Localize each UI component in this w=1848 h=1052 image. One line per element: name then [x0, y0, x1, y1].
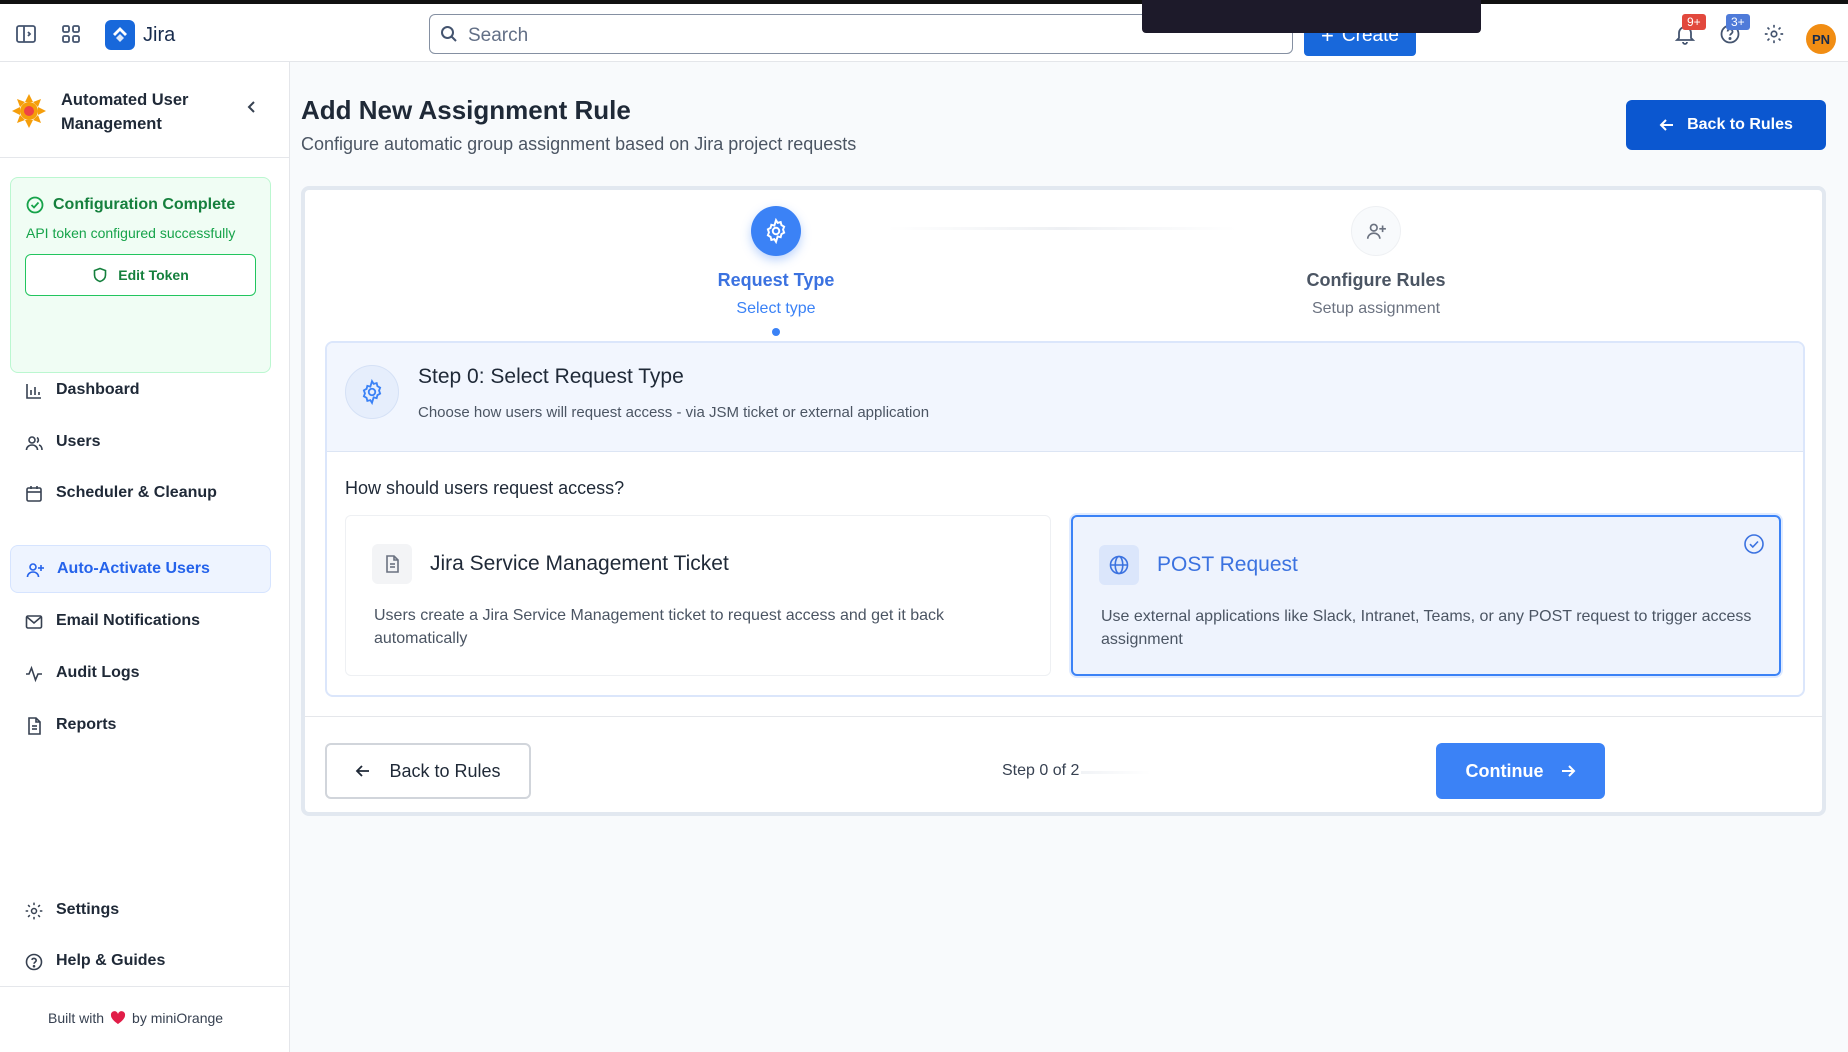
- sidebar-item-label: Audit Logs: [56, 664, 140, 681]
- sidebar-item-users[interactable]: Users: [10, 419, 271, 467]
- arrow-right-icon: [1561, 765, 1575, 777]
- continue-button[interactable]: Continue: [1436, 743, 1605, 799]
- document-icon: [28, 717, 41, 735]
- calendar-icon: [26, 486, 42, 502]
- help-badge: 3+: [1726, 14, 1750, 30]
- configuration-subtitle: API token configured successfully: [26, 225, 236, 241]
- sidebar-item-label: Dashboard: [56, 381, 140, 398]
- user-avatar[interactable]: PN: [1806, 24, 1836, 54]
- app-title: Automated User Management: [61, 88, 188, 136]
- app-title-line1: Automated User: [61, 91, 189, 109]
- step-subtitle: Select type: [736, 300, 816, 317]
- configuration-title: Configuration Complete: [53, 196, 236, 213]
- step-title: Request Type: [717, 270, 835, 290]
- sidebar-item-label: Email Notifications: [56, 612, 201, 629]
- divider: [0, 157, 289, 158]
- gear-icon: [25, 902, 43, 920]
- jira-logo-icon[interactable]: [105, 20, 135, 50]
- notifications-badge: 9+: [1682, 14, 1706, 30]
- edit-token-label: Edit Token: [118, 267, 189, 283]
- user-plus-icon: [26, 563, 44, 578]
- step-configure-rules-user-plus-icon[interactable]: [1351, 206, 1401, 256]
- search-icon: [441, 26, 457, 42]
- top-navigation-bar: Jira Search + Create 9+ 3+ PN: [0, 4, 1848, 62]
- request-type-section: Step 0: Select Request Type Choose how u…: [325, 341, 1805, 697]
- configuration-status-card: Configuration Complete API token configu…: [10, 177, 271, 373]
- settings-gear-icon[interactable]: [1762, 22, 1786, 46]
- app-title-line2: Management: [61, 115, 162, 133]
- edit-token-button[interactable]: Edit Token: [25, 254, 256, 296]
- built-suffix: by miniOrange: [132, 1010, 224, 1026]
- selected-check-circle-icon: [1744, 534, 1764, 554]
- sidebar-item-settings[interactable]: Settings: [10, 887, 271, 935]
- divider: [305, 716, 1822, 717]
- step-subtitle: Setup assignment: [1311, 300, 1441, 317]
- check-circle-icon: [26, 196, 44, 214]
- sidebar-item-label: Reports: [56, 716, 117, 733]
- sidebar-item-label: Auto-Activate Users: [57, 560, 210, 577]
- app-switcher-icon[interactable]: [59, 22, 83, 46]
- step-counter: Step 0 of 2: [1002, 762, 1080, 779]
- sidebar-item-label: Users: [56, 433, 101, 450]
- collapse-sidebar-chevron-icon[interactable]: [245, 100, 259, 119]
- back-to-rules-secondary-button[interactable]: Back to Rules: [325, 743, 531, 799]
- back-to-rules-button[interactable]: Back to Rules: [1626, 100, 1826, 150]
- arrow-left-icon: [356, 765, 370, 777]
- option-jsm-ticket[interactable]: Jira Service Management Ticket Users cre…: [345, 515, 1051, 676]
- mail-icon: [25, 615, 43, 629]
- option-description: Use external applications like Slack, In…: [1101, 608, 1752, 648]
- app-logo-icon: [10, 92, 48, 130]
- stepper-connector: [887, 227, 1237, 230]
- app-name[interactable]: Jira: [143, 24, 175, 47]
- users-icon: [25, 436, 43, 451]
- back-to-rules-label: Back to Rules: [1687, 116, 1793, 133]
- divider: [0, 986, 289, 987]
- wizard-card: Request Type Select type Configure Rules…: [301, 186, 1826, 816]
- access-question: How should users request access?: [345, 478, 625, 498]
- sidebar-item-label: Help & Guides: [56, 952, 166, 969]
- sidebar-item-audit-logs[interactable]: Audit Logs: [10, 650, 271, 698]
- sidebar: Automated User Management Configuration …: [0, 62, 290, 1052]
- sidebar-item-dashboard[interactable]: Dashboard: [10, 367, 271, 415]
- screen-overlay: [1142, 0, 1481, 33]
- step-progress-bar: [1081, 771, 1151, 774]
- page-title: Add New Assignment Rule: [301, 95, 631, 125]
- option-title: POST Request: [1157, 553, 1298, 576]
- gear-icon: [345, 365, 399, 419]
- heart-icon: [110, 1011, 126, 1024]
- help-circle-icon: [25, 953, 43, 971]
- sidebar-toggle-icon[interactable]: [14, 22, 38, 46]
- main-content: Add New Assignment Rule Configure automa…: [290, 62, 1848, 1052]
- step-title: Configure Rules: [1306, 270, 1446, 290]
- option-title: Jira Service Management Ticket: [430, 552, 729, 575]
- globe-icon: [1099, 545, 1139, 585]
- continue-label: Continue: [1465, 760, 1544, 781]
- sidebar-item-label: Scheduler & Cleanup: [56, 484, 217, 501]
- shield-icon: [93, 267, 107, 283]
- sidebar-item-reports[interactable]: Reports: [10, 702, 271, 750]
- sidebar-item-label: Settings: [56, 901, 120, 918]
- document-icon: [372, 544, 412, 584]
- page-subtitle: Configure automatic group assignment bas…: [301, 134, 857, 154]
- sidebar-item-scheduler[interactable]: Scheduler & Cleanup: [10, 470, 271, 518]
- option-description: Users create a Jira Service Management t…: [374, 607, 945, 647]
- bar-chart-icon: [26, 384, 41, 399]
- option-post-request[interactable]: POST Request Use external applications l…: [1071, 515, 1781, 676]
- built-prefix: Built with: [48, 1010, 105, 1026]
- section-header: Step 0: Select Request Type Choose how u…: [327, 343, 1803, 452]
- active-step-indicator: [772, 328, 780, 336]
- arrow-left-icon: [1659, 119, 1674, 131]
- sidebar-item-auto-activate-users[interactable]: Auto-Activate Users: [10, 545, 271, 593]
- activity-icon: [26, 665, 42, 683]
- step-request-type-gear-icon[interactable]: [751, 206, 801, 256]
- section-description: Choose how users will request access - v…: [418, 404, 930, 421]
- search-placeholder: Search: [468, 25, 529, 46]
- sidebar-item-email-notifications[interactable]: Email Notifications: [10, 598, 271, 646]
- section-title: Step 0: Select Request Type: [418, 365, 684, 388]
- sidebar-item-help-guides[interactable]: Help & Guides: [10, 938, 271, 986]
- back-label: Back to Rules: [389, 760, 501, 781]
- built-with-footer: Built with by miniOrange: [48, 1010, 223, 1026]
